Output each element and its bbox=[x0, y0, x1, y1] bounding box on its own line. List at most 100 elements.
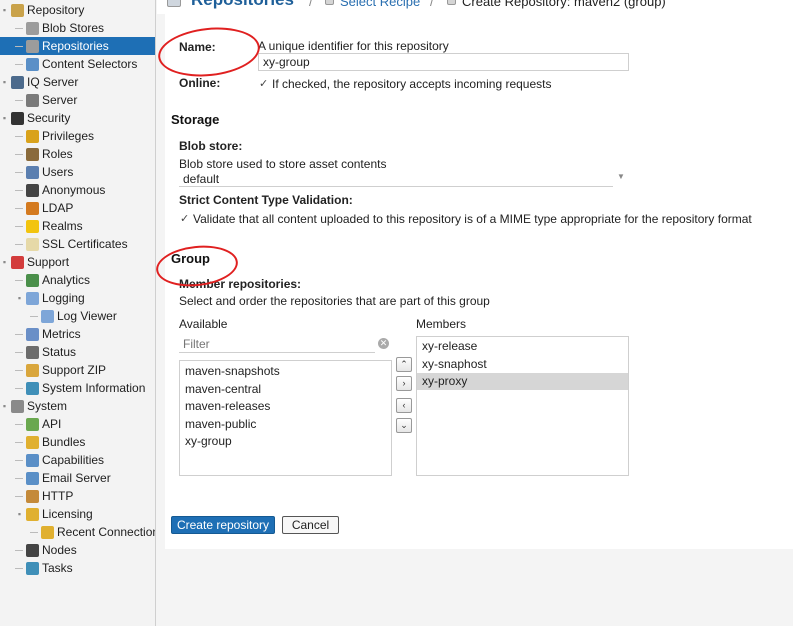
breadcrumb-select-recipe[interactable]: Select Recipe bbox=[340, 0, 420, 9]
collapse-toggle-icon[interactable]: ▪ bbox=[0, 114, 9, 123]
available-list-item[interactable]: maven-releases bbox=[180, 398, 391, 415]
collapse-toggle-icon[interactable]: ▪ bbox=[0, 6, 9, 15]
sidebar-item-blob-stores[interactable]: Blob Stores bbox=[0, 19, 155, 37]
sidebar-item-recent-connections[interactable]: Recent Connections bbox=[0, 523, 155, 541]
member-list-item[interactable]: xy-snaphost bbox=[417, 356, 628, 373]
sidebar-item-api[interactable]: API bbox=[0, 415, 155, 433]
sidebar-item-label: Email Server bbox=[42, 471, 111, 485]
sidebar-item-metrics[interactable]: Metrics bbox=[0, 325, 155, 343]
sidebar-item-anonymous[interactable]: Anonymous bbox=[0, 181, 155, 199]
globe-icon bbox=[26, 382, 39, 395]
sidebar-item-users[interactable]: Users bbox=[0, 163, 155, 181]
sidebar-item-analytics[interactable]: Analytics bbox=[0, 271, 155, 289]
available-list-item[interactable]: maven-public bbox=[180, 416, 391, 433]
remove-from-members-button[interactable]: ‹ bbox=[396, 398, 412, 413]
collapse-toggle-icon[interactable]: ▪ bbox=[15, 510, 24, 519]
page-title[interactable]: Repositories bbox=[191, 0, 294, 10]
role-icon bbox=[26, 148, 39, 161]
tree-connector bbox=[15, 226, 23, 227]
analytics-icon bbox=[26, 274, 39, 287]
available-list-item[interactable]: maven-snapshots bbox=[180, 363, 391, 380]
collapse-toggle-icon[interactable]: ▪ bbox=[0, 402, 9, 411]
ldap-book-icon bbox=[26, 202, 39, 215]
sidebar-item-label: Repositories bbox=[42, 39, 109, 53]
certificate-icon bbox=[26, 238, 39, 251]
tree-connector bbox=[15, 460, 23, 461]
collapse-toggle-icon[interactable]: ▪ bbox=[0, 258, 9, 267]
sidebar-item-status[interactable]: Status bbox=[0, 343, 155, 361]
tree-connector bbox=[15, 190, 23, 191]
sidebar-item-system[interactable]: ▪ System bbox=[0, 397, 155, 415]
sidebar-item-http[interactable]: HTTP bbox=[0, 487, 155, 505]
sidebar-item-roles[interactable]: Roles bbox=[0, 145, 155, 163]
sidebar-item-licensing[interactable]: ▪ Licensing bbox=[0, 505, 155, 523]
sidebar-item-label: Recent Connections bbox=[57, 525, 156, 539]
strict-validation-checkbox[interactable]: ✓ bbox=[180, 214, 191, 225]
member-list-item[interactable]: xy-proxy bbox=[417, 373, 628, 390]
move-up-button[interactable]: ⌃ bbox=[396, 357, 412, 372]
sidebar-item-iq-server[interactable]: ▪ IQ Server bbox=[0, 73, 155, 91]
sidebar-item-logging[interactable]: ▪ Logging bbox=[0, 289, 155, 307]
move-down-button[interactable]: ⌄ bbox=[396, 418, 412, 433]
sidebar-item-repositories[interactable]: Repositories bbox=[0, 37, 155, 55]
sidebar-item-label: HTTP bbox=[42, 489, 74, 503]
cancel-button[interactable]: Cancel bbox=[282, 516, 339, 534]
sidebar-item-nodes[interactable]: Nodes bbox=[0, 541, 155, 559]
sidebar-item-ssl-certificates[interactable]: SSL Certificates bbox=[0, 235, 155, 253]
member-list-item[interactable]: xy-release bbox=[417, 338, 628, 355]
tree-connector bbox=[15, 550, 23, 551]
sidebar-item-support-zip[interactable]: Support ZIP bbox=[0, 361, 155, 379]
sidebar-item-support[interactable]: ▪ Support bbox=[0, 253, 155, 271]
sidebar-item-realms[interactable]: Realms bbox=[0, 217, 155, 235]
blob-store-select[interactable]: default bbox=[183, 172, 219, 186]
sidebar-item-content-selectors[interactable]: Content Selectors bbox=[0, 55, 155, 73]
available-list-item[interactable]: maven-central bbox=[180, 381, 391, 398]
users-icon bbox=[26, 166, 39, 179]
anonymous-icon bbox=[26, 184, 39, 197]
chevron-down-icon[interactable]: ▼ bbox=[617, 172, 625, 181]
sidebar-item-label: Nodes bbox=[42, 543, 77, 557]
server-icon bbox=[26, 94, 39, 107]
name-label: Name: bbox=[179, 40, 216, 54]
sidebar-item-security[interactable]: ▪ Security bbox=[0, 109, 155, 127]
available-list-item[interactable]: xy-group bbox=[180, 433, 391, 450]
sidebar-item-ldap[interactable]: LDAP bbox=[0, 199, 155, 217]
sidebar-item-label: Content Selectors bbox=[42, 57, 138, 71]
sidebar-item-label: Security bbox=[27, 111, 71, 125]
members-list[interactable]: xy-release xy-snaphost xy-proxy bbox=[416, 336, 629, 476]
sidebar-item-log-viewer[interactable]: Log Viewer bbox=[0, 307, 155, 325]
sidebar-item-system-information[interactable]: System Information bbox=[0, 379, 155, 397]
sidebar-item-bundles[interactable]: Bundles bbox=[0, 433, 155, 451]
add-to-members-button[interactable]: › bbox=[396, 376, 412, 391]
eye-icon bbox=[11, 112, 24, 125]
tree-connector bbox=[15, 46, 23, 47]
collapse-toggle-icon[interactable]: ▪ bbox=[0, 78, 9, 87]
repository-icon bbox=[447, 0, 456, 5]
sidebar-item-email-server[interactable]: Email Server bbox=[0, 469, 155, 487]
sidebar-item-capabilities[interactable]: Capabilities bbox=[0, 451, 155, 469]
collapse-toggle-icon[interactable]: ▪ bbox=[15, 294, 24, 303]
strict-validation-label: Strict Content Type Validation: bbox=[179, 193, 353, 207]
create-repository-button[interactable]: Create repository bbox=[171, 516, 275, 534]
sidebar-item-privileges[interactable]: Privileges bbox=[0, 127, 155, 145]
logging-icon bbox=[26, 292, 39, 305]
licensing-icon bbox=[26, 508, 39, 521]
member-repositories-label: Member repositories: bbox=[179, 277, 302, 291]
filter-input[interactable] bbox=[179, 336, 375, 353]
sidebar-item-label: Analytics bbox=[42, 273, 91, 287]
metrics-icon bbox=[26, 328, 39, 341]
api-icon bbox=[26, 418, 39, 431]
gear-icon bbox=[11, 400, 24, 413]
name-input[interactable] bbox=[258, 53, 629, 71]
clear-filter-icon[interactable]: ✕ bbox=[378, 338, 389, 349]
sidebar-item-label: Server bbox=[42, 93, 78, 107]
sidebar-item-repository[interactable]: ▪ Repository bbox=[0, 1, 155, 19]
email-icon bbox=[26, 472, 39, 485]
available-repositories-list[interactable]: maven-snapshots maven-central maven-releas… bbox=[179, 360, 392, 476]
sidebar-item-server[interactable]: Server bbox=[0, 91, 155, 109]
online-checkbox[interactable]: ✓ bbox=[259, 79, 270, 90]
breadcrumb-separator: / bbox=[430, 0, 434, 9]
database-icon bbox=[26, 22, 39, 35]
database-icon bbox=[26, 40, 39, 53]
sidebar-item-tasks[interactable]: Tasks bbox=[0, 559, 155, 577]
